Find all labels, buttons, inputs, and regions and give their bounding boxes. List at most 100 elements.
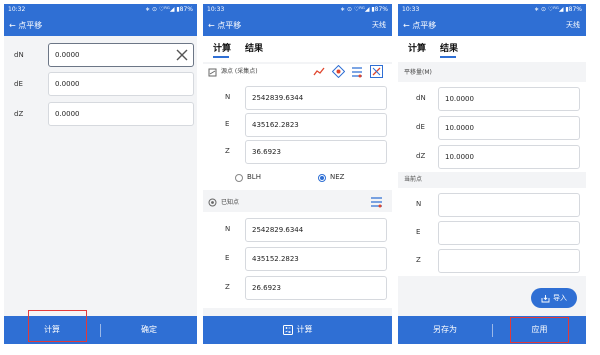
phone-screen-shift-input: 10:32 ∗ ⊙ ♡ᴿᴳ◢ ▮87% ← 点平移 dN 0.0000 dE 0… [4,4,197,344]
known-n-input[interactable]: 2542829.6344 [245,218,387,242]
map-pick-icon[interactable] [370,65,383,78]
tab-bar: 计算 结果 [398,36,586,62]
dz-input[interactable]: 0.0000 [48,102,194,126]
shift-section-title: 平移量(M) [404,69,432,76]
active-tab-indicator [440,56,456,58]
radio-blh-label: BLH [247,173,261,181]
clear-icon[interactable] [175,48,189,62]
shift-de-label: dE [416,123,425,131]
known-z-label: Z [225,283,230,291]
back-title-button[interactable]: ← 点平移 [9,21,42,30]
source-section-title: 源点 (采集点) [221,68,258,75]
source-e-label: E [225,120,230,128]
known-z-input[interactable]: 26.6923 [245,276,387,300]
de-label: dE [14,80,23,88]
tab-result[interactable]: 结果 [440,41,458,54]
shift-dn-value-box: 10.0000 [438,87,580,111]
status-bar: 10:32 ∗ ⊙ ♡ᴿᴳ◢ ▮87% [4,4,197,15]
back-title-button[interactable]: ← 点平移 [208,21,241,30]
source-n-value: 2542839.6344 [252,94,304,102]
status-icons: ∗ ⊙ ♡ᴿᴳ◢ ▮87% [145,6,193,13]
status-bar: 10:33 ∗ ⊙ ♡ᴿᴳ◢ ▮87% [398,4,586,15]
save-as-button[interactable]: 另存为 [398,316,492,344]
antenna-button[interactable]: 天线 [372,15,386,36]
import-icon [541,294,550,302]
source-e-row: E 435162.2823 [203,110,392,140]
tab-calculate[interactable]: 计算 [408,41,426,54]
radio-blh[interactable] [235,174,243,182]
current-e-label: E [416,228,421,236]
source-z-value: 36.6923 [252,148,281,156]
shift-de-row: dE 10.0000 [398,113,586,143]
source-z-input[interactable]: 36.6923 [245,140,387,164]
trend-icon[interactable] [313,66,325,78]
current-z-row: Z [398,246,586,276]
source-z-row: Z 36.6923 [203,137,392,167]
dz-label: dZ [14,110,24,118]
calculator-icon [282,324,293,335]
dn-value: 0.0000 [55,51,80,59]
status-time: 10:33 [402,6,420,13]
known-n-label: N [225,225,231,233]
shift-dn-value: 10.0000 [445,95,474,103]
dn-label: dN [14,51,24,59]
current-e-row: E [398,218,586,248]
antenna-button[interactable]: 天线 [566,15,580,36]
shift-dn-label: dN [416,94,426,102]
known-e-label: E [225,254,230,262]
active-tab-indicator [213,56,229,58]
known-section-header: 已知点 [203,195,392,211]
shift-dz-value: 10.0000 [445,153,474,161]
title-bar: ← 点平移 [4,15,197,36]
tab-calculate[interactable]: 计算 [213,41,231,54]
dn-input[interactable]: 0.0000 [48,43,194,67]
title-bar: ← 点平移 天线 [203,15,392,36]
source-e-input[interactable]: 435162.2823 [245,113,387,137]
known-list-icon[interactable] [370,196,383,208]
back-title-button[interactable]: ← 点平移 [403,21,436,30]
shift-dn-row: dN 10.0000 [398,84,586,114]
import-label: 导入 [553,294,567,302]
current-z-label: Z [416,256,421,264]
current-z-input[interactable] [438,249,580,273]
current-section-header: 当前点 [398,172,586,188]
status-bar: 10:33 ∗ ⊙ ♡ᴿᴳ◢ ▮87% [203,4,392,15]
radio-nez[interactable] [318,174,326,182]
known-n-row: N 2542829.6344 [203,215,392,245]
import-button[interactable]: 导入 [531,288,577,308]
tab-result[interactable]: 结果 [245,41,263,54]
dz-row: dZ 0.0000 [4,99,197,129]
source-n-label: N [225,93,231,101]
shift-dz-value-box: 10.0000 [438,145,580,169]
tab-bar: 计算 结果 [203,36,392,62]
current-e-input[interactable] [438,221,580,245]
confirm-button[interactable]: 确定 [101,316,197,344]
status-icons: ∗ ⊙ ♡ᴿᴳ◢ ▮87% [340,6,388,13]
phone-screen-result: 10:33 ∗ ⊙ ♡ᴿᴳ◢ ▮87% ← 点平移 天线 计算 结果 平移量(M… [398,4,586,344]
shift-section-header: 平移量(M) [398,65,586,81]
title-bar: ← 点平移 天线 [398,15,586,36]
list-icon[interactable] [351,66,363,78]
source-e-value: 435162.2823 [252,121,299,129]
shift-dz-row: dZ 10.0000 [398,142,586,172]
dn-row: dN 0.0000 [4,40,197,70]
dz-value: 0.0000 [55,110,80,118]
known-e-input[interactable]: 435152.2823 [245,247,387,271]
locate-icon[interactable] [332,65,345,78]
known-e-value: 435152.2823 [252,255,299,263]
shift-de-value-box: 10.0000 [438,116,580,140]
status-time: 10:32 [8,6,26,13]
known-section-title: 已知点 [221,199,240,206]
phone-screen-calculate: 10:33 ∗ ⊙ ♡ᴿᴳ◢ ▮87% ← 点平移 天线 计算 结果 源点 (采… [203,4,392,344]
shift-de-value: 10.0000 [445,124,474,132]
source-n-input[interactable]: 2542839.6344 [245,86,387,110]
highlight-box [510,317,569,343]
calculate-button[interactable]: 计算 [203,316,392,344]
source-section-header: 源点 (采集点) [203,64,392,80]
known-e-row: E 435152.2823 [203,244,392,274]
radio-nez-label: NEZ [330,173,345,181]
current-n-input[interactable] [438,193,580,217]
three-screenshots: 10:32 ∗ ⊙ ♡ᴿᴳ◢ ▮87% ← 点平移 dN 0.0000 dE 0… [0,0,600,355]
de-input[interactable]: 0.0000 [48,72,194,96]
source-n-row: N 2542839.6344 [203,83,392,113]
